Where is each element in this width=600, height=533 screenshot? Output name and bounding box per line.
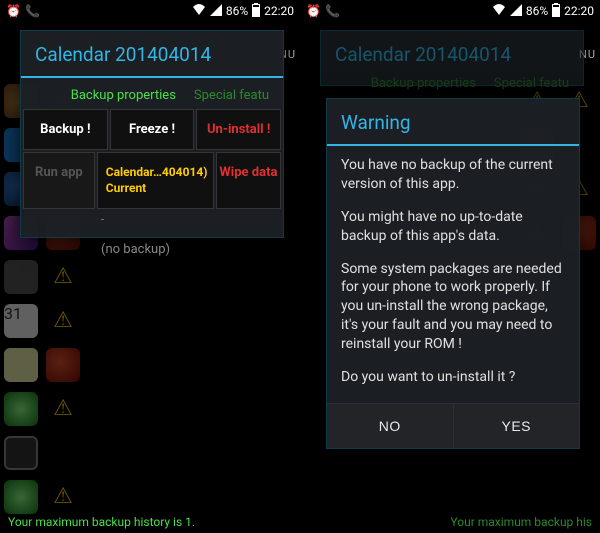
warning-title: Warning — [327, 99, 579, 144]
warning-p4: Do you want to un-install it ? — [341, 368, 565, 387]
tab-special-features: Special featu — [494, 76, 569, 91]
status-bar: ⏰ 📞 86% 22:20 — [300, 0, 600, 22]
phone-icon: 📞 — [325, 4, 340, 18]
screen-left: ⏰ 📞 86% 22:20 NU ⚠ ⚠ ⚠ 31⚠ ⚠ ⚠ Your maxi — [0, 0, 300, 533]
current-line1: Calendar…404014) — [106, 165, 211, 181]
freeze-button[interactable]: Freeze ! — [110, 109, 195, 150]
tabs: Backup properties Special featu — [21, 78, 283, 109]
clock: 22:20 — [564, 4, 594, 18]
alarm-icon: ⏰ — [6, 4, 21, 18]
dialog-title: Calendar 201404014 — [21, 31, 283, 76]
warning-p1: You have no backup of the current versio… — [341, 156, 565, 194]
current-line2: Current — [106, 181, 211, 197]
wifi-icon — [192, 4, 206, 19]
yes-button[interactable]: YES — [453, 404, 580, 448]
tab-backup-properties: Backup properties — [371, 76, 476, 91]
signal-icon — [510, 4, 522, 19]
footer-note: Your maximum backup history is 1. — [8, 515, 195, 529]
warning-dialog: Warning You have no backup of the curren… — [326, 98, 580, 449]
status-bar: ⏰ 📞 86% 22:20 — [0, 0, 300, 22]
backup-button[interactable]: Backup ! — [23, 109, 108, 150]
signal-icon — [210, 4, 222, 19]
wipe-data-button[interactable]: Wipe data — [216, 152, 281, 209]
backup-dialog-dimmed: Calendar 201404014 Backup properties Spe… — [320, 30, 584, 86]
battery-percent: 86% — [226, 4, 248, 18]
no-backup-label: (no backup) — [21, 226, 283, 257]
dash: - — [21, 209, 283, 226]
warning-p2: You might have no up-to-date backup of t… — [341, 208, 565, 246]
current-version-cell: Calendar…404014) Current — [97, 152, 214, 209]
tab-backup-properties[interactable]: Backup properties — [71, 88, 176, 103]
dialog-title: Calendar 201404014 — [321, 31, 583, 76]
battery-icon — [252, 3, 260, 20]
footer-note: Your maximum backup his — [450, 515, 592, 529]
no-button[interactable]: NO — [327, 404, 453, 448]
alarm-icon: ⏰ — [306, 4, 321, 18]
warning-body: You have no backup of the current versio… — [327, 146, 579, 403]
battery-percent: 86% — [526, 4, 548, 18]
uninstall-button[interactable]: Un-install ! — [196, 109, 281, 150]
screen-right: ⏰ 📞 86% 22:20 NU ⚠ ⚠ ⚠ ⚠ ⚠ ⚠ Your maximu — [300, 0, 600, 533]
dialog-actions: NO YES — [327, 403, 579, 448]
tab-special-features[interactable]: Special featu — [194, 88, 269, 103]
run-app-button: Run app — [23, 152, 95, 209]
clock: 22:20 — [264, 4, 294, 18]
phone-icon: 📞 — [25, 4, 40, 18]
battery-icon — [552, 3, 560, 20]
backup-dialog: Calendar 201404014 Backup properties Spe… — [20, 30, 284, 238]
wifi-icon — [492, 4, 506, 19]
warning-p3: Some system packages are needed for your… — [341, 260, 565, 354]
